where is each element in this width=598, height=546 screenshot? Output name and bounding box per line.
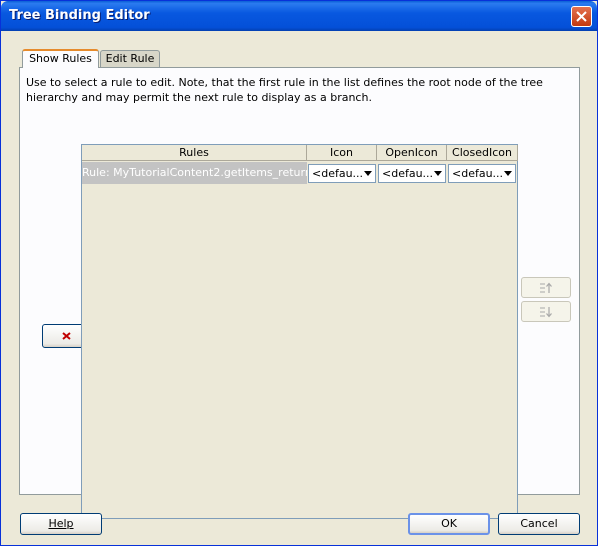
column-header-closedicon[interactable]: ClosedIcon bbox=[447, 145, 518, 161]
move-down-button[interactable] bbox=[521, 301, 571, 322]
chevron-down-icon bbox=[504, 171, 512, 176]
instructions-text: Use to select a rule to edit. Note, that… bbox=[26, 76, 543, 104]
title-bar[interactable]: Tree Binding Editor bbox=[1, 1, 597, 31]
move-down-icon bbox=[540, 307, 552, 318]
ok-button[interactable]: OK bbox=[408, 513, 490, 535]
column-header-icon[interactable]: Icon bbox=[307, 145, 377, 161]
tree-binding-editor-window: Tree Binding Editor Show Rules Edit Rule… bbox=[0, 0, 598, 546]
move-up-button[interactable] bbox=[521, 277, 571, 298]
show-rules-panel: Use to select a rule to edit. Note, that… bbox=[19, 67, 580, 519]
close-icon bbox=[576, 11, 587, 22]
closed-icon-combo[interactable]: <defau... bbox=[448, 164, 516, 183]
tab-show-rules[interactable]: Show Rules bbox=[22, 49, 99, 68]
chevron-down-icon bbox=[434, 171, 442, 176]
column-header-rules[interactable]: Rules bbox=[82, 145, 307, 161]
cancel-button-label: Cancel bbox=[520, 517, 558, 530]
move-up-icon bbox=[540, 282, 552, 293]
column-header-openicon[interactable]: OpenIcon bbox=[377, 145, 447, 161]
rule-cell[interactable]: Rule: MyTutorialContent2.getItems_return… bbox=[82, 162, 307, 184]
dialog-body: Show Rules Edit Rule Use to select a rul… bbox=[4, 31, 594, 543]
help-button[interactable]: Help bbox=[20, 513, 102, 535]
chevron-down-icon bbox=[364, 171, 372, 176]
icon-combo[interactable]: <defau... bbox=[308, 164, 376, 183]
open-icon-combo-value: <defau... bbox=[382, 167, 434, 180]
rules-table: Rules Icon OpenIcon ClosedIcon Rule: MyT… bbox=[81, 144, 518, 519]
ok-button-label: OK bbox=[441, 517, 457, 530]
close-button[interactable] bbox=[571, 6, 592, 27]
cancel-button[interactable]: Cancel bbox=[498, 513, 580, 535]
window-title: Tree Binding Editor bbox=[9, 8, 150, 23]
closed-icon-combo-value: <defau... bbox=[452, 167, 504, 180]
delete-icon bbox=[62, 332, 71, 340]
help-button-label: Help bbox=[48, 517, 74, 530]
open-icon-combo[interactable]: <defau... bbox=[378, 164, 446, 183]
icon-combo-value: <defau... bbox=[312, 167, 364, 180]
tab-edit-rule[interactable]: Edit Rule bbox=[100, 50, 160, 67]
